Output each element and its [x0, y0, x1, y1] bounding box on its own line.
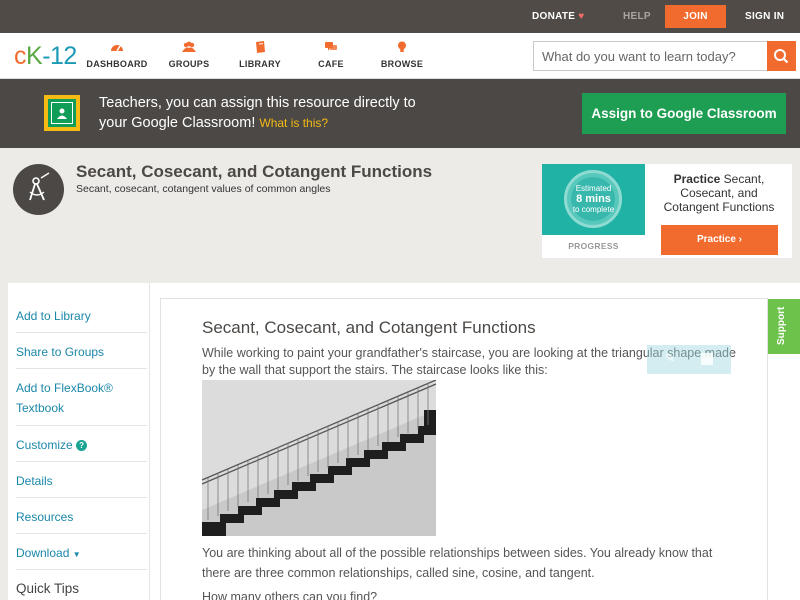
search-box — [533, 41, 796, 71]
sidebar-item-customize[interactable]: Customize ? — [16, 426, 147, 462]
quick-tips-heading: Quick Tips — [16, 581, 80, 596]
practice-progress-badge: Estimated 8 mins to complete — [542, 164, 645, 235]
staircase-image — [202, 380, 436, 536]
practice-title[interactable]: Practice Secant, Cosecant, and Cotangent… — [652, 172, 786, 214]
search-button[interactable] — [767, 41, 796, 71]
article-title: Secant, Cosecant, and Cotangent Function… — [202, 318, 536, 337]
progress-label: PROGRESS — [568, 241, 619, 251]
dashboard-gauge-icon — [111, 45, 123, 52]
library-book-icon — [256, 41, 265, 53]
nav-groups[interactable]: GROUPS — [154, 41, 224, 69]
search-icon — [774, 49, 789, 64]
page-subtitle: Secant, cosecant, cotangent values of co… — [76, 183, 331, 195]
nav-browse[interactable]: BROWSE — [367, 41, 437, 69]
help-question-icon[interactable]: ? — [76, 440, 88, 451]
article-paragraph: You are thinking about all of the possib… — [202, 546, 713, 580]
sidebar-item-share-to-groups[interactable]: Share to Groups — [16, 333, 147, 369]
sidebar: Add to Library Share to Groups Add to Fl… — [8, 283, 150, 600]
chevron-right-icon: › — [738, 234, 743, 245]
sidebar-item-add-to-flexbook[interactable]: Add to FlexBook® Textbook — [16, 369, 147, 426]
practice-card: Estimated 8 mins to complete PROGRESS Pr… — [542, 164, 792, 258]
main-nav: cK-12 DASHBOARD GROUPS LIBRARY CAFE BROW… — [0, 33, 800, 79]
sidebar-item-resources[interactable]: Resources — [16, 498, 147, 534]
nav-library[interactable]: LIBRARY — [225, 41, 295, 69]
pencil-icon[interactable]: ✎ — [665, 351, 675, 365]
sidebar-item-details[interactable]: Details — [16, 462, 147, 498]
assign-google-classroom-button[interactable]: Assign to Google Classroom — [582, 93, 786, 134]
help-link[interactable]: HELP — [623, 0, 651, 33]
donate-label: DONATE — [532, 11, 576, 22]
banner-text: Teachers, you can assign this resource d… — [99, 95, 416, 131]
sign-in-link[interactable]: SIGN IN — [745, 0, 784, 33]
cafe-chat-icon — [325, 42, 337, 51]
google-classroom-icon — [44, 95, 80, 131]
join-button[interactable]: JOIN — [665, 5, 726, 28]
compass-icon — [13, 164, 64, 215]
page-title: Secant, Cosecant, and Cotangent Function… — [76, 162, 433, 181]
sidebar-item-add-to-library[interactable]: Add to Library — [16, 297, 147, 333]
caret-down-icon: ▼ — [72, 550, 81, 559]
nav-cafe[interactable]: CAFE — [296, 41, 366, 69]
google-classroom-banner: Teachers, you can assign this resource d… — [0, 79, 800, 148]
nav-dashboard[interactable]: DASHBOARD — [82, 41, 152, 69]
browse-lightbulb-icon — [398, 41, 406, 52]
heart-icon: ♥ — [578, 11, 585, 22]
top-utility-bar: DONATE ♥ HELP JOIN SIGN IN — [0, 0, 800, 33]
practice-button[interactable]: Practice › — [661, 225, 778, 255]
article-panel: Secant, Cosecant, and Cotangent Function… — [160, 298, 768, 600]
sidebar-item-download[interactable]: Download ▼ — [16, 534, 147, 570]
groups-people-icon — [182, 41, 196, 52]
support-tab[interactable]: Support — [768, 299, 800, 354]
search-input[interactable] — [534, 42, 768, 70]
ck12-logo[interactable]: cK-12 — [14, 42, 77, 71]
what-is-this-link[interactable]: What is this? — [259, 116, 328, 130]
annotation-toolbar[interactable]: ✎ — [647, 345, 731, 374]
article-paragraph: How many others can you find? — [202, 590, 378, 600]
note-icon[interactable] — [701, 353, 713, 365]
donate-link[interactable]: DONATE ♥ — [532, 0, 585, 33]
